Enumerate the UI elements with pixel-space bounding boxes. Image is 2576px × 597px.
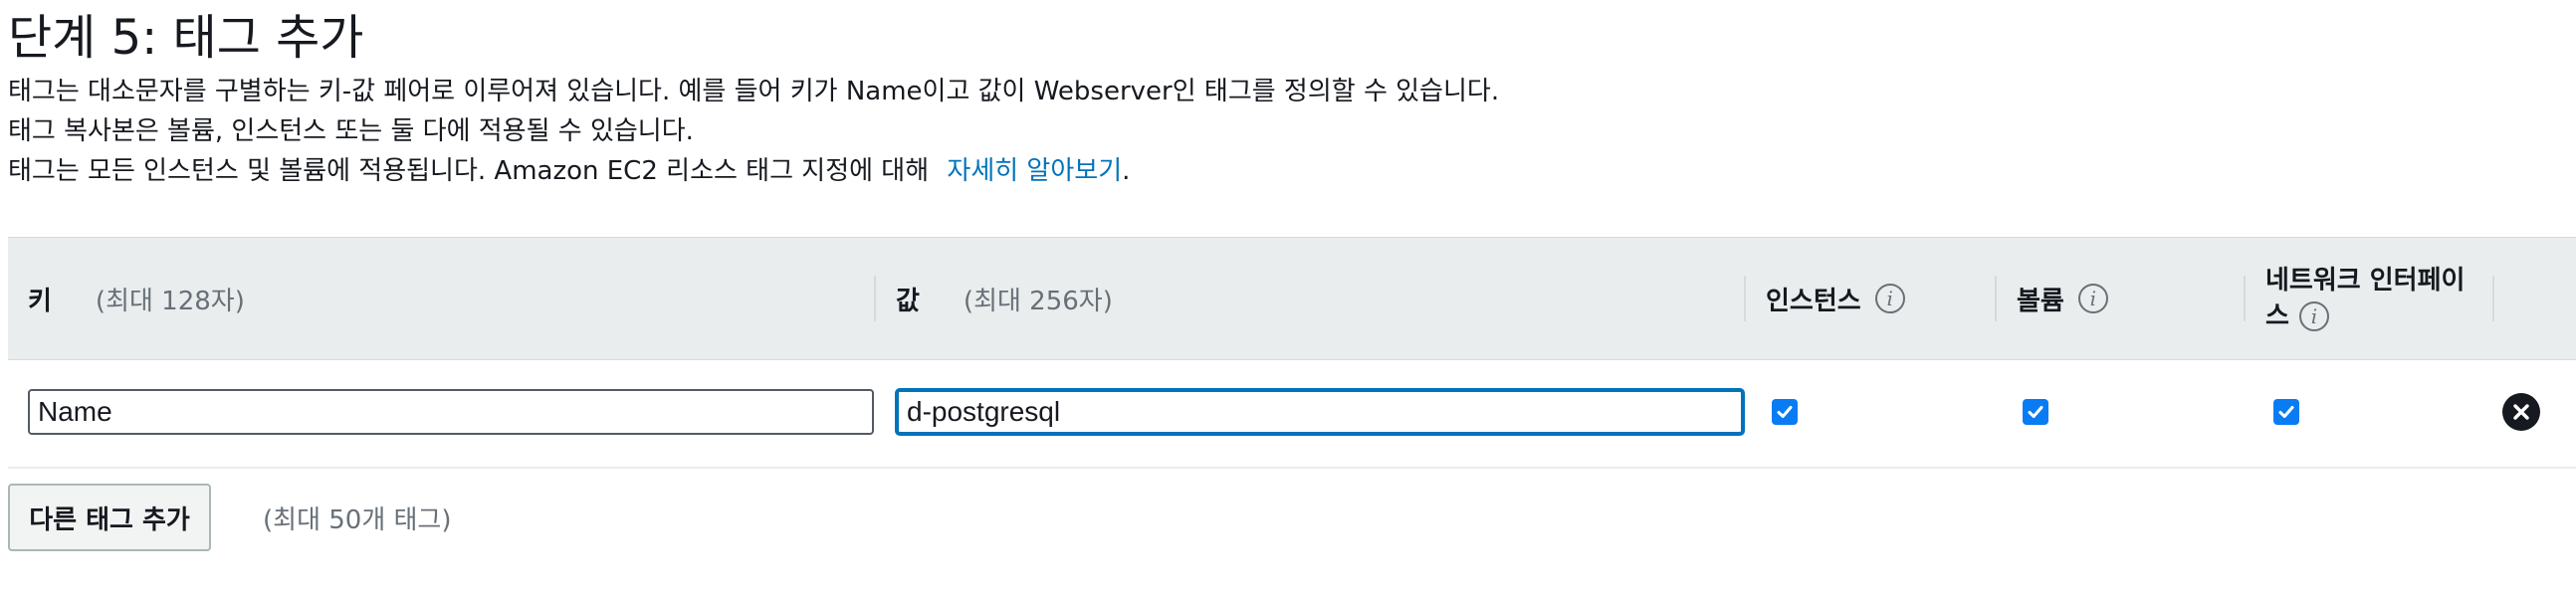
column-divider	[2492, 276, 2494, 321]
value-header-label: 값	[896, 286, 920, 316]
instances-checkbox[interactable]	[1772, 399, 1798, 425]
key-header-label: 키	[28, 286, 52, 316]
close-icon	[2513, 404, 2529, 420]
network-header-line2: 스 i	[2265, 298, 2329, 334]
volumes-checkbox[interactable]	[2023, 399, 2048, 425]
tags-table-header: 키 (최대 128자) 값 (최대 256자) 인스턴스 i 볼륨 i 네트워크…	[8, 237, 2576, 360]
remove-tag-button[interactable]	[2502, 393, 2540, 431]
description-line-2: 태그 복사본은 볼륨, 인스턴스 또는 둘 다에 적용될 수 있습니다.	[8, 116, 694, 146]
learn-more-link[interactable]: 자세히 알아보기	[947, 156, 1122, 186]
add-tags-step: 단계 5: 태그 추가 태그는 대소문자를 구별하는 키-값 페어로 이루어져 …	[0, 0, 2576, 597]
tag-key-input[interactable]	[28, 389, 874, 435]
network-header-label-line2: 스	[2265, 301, 2289, 331]
column-header-value: 값 (최대 256자)	[896, 238, 1113, 359]
info-icon[interactable]: i	[1874, 284, 1905, 313]
column-header-key: 키 (최대 128자)	[28, 238, 245, 359]
info-icon[interactable]: i	[2077, 284, 2108, 313]
column-divider	[1995, 276, 1997, 321]
page-title: 단계 5: 태그 추가	[8, 10, 364, 66]
checkmark-icon	[1777, 406, 1793, 418]
column-divider	[2244, 276, 2246, 321]
tag-value-input[interactable]	[896, 389, 1744, 435]
volumes-header-label: 볼륨	[2017, 286, 2064, 316]
info-icon[interactable]: i	[2298, 301, 2329, 331]
network-header-label-line1: 네트워크 인터페이	[2265, 266, 2466, 296]
network-interfaces-checkbox[interactable]	[2273, 399, 2299, 425]
column-divider	[1744, 276, 1746, 321]
add-tag-button[interactable]: 다른 태그 추가	[8, 484, 211, 551]
column-header-network-interfaces: 네트워크 인터페이 스 i	[2265, 238, 2494, 359]
instances-header-label: 인스턴스	[1766, 286, 1861, 316]
checkmark-icon	[2278, 406, 2294, 418]
column-divider	[874, 276, 876, 321]
description-line-3-text: 태그는 모든 인스턴스 및 볼륨에 적용됩니다. Amazon EC2 리소스 …	[8, 156, 930, 186]
description-line-3-end: .	[1122, 156, 1131, 186]
column-header-instances: 인스턴스 i	[1766, 238, 1905, 359]
column-header-volumes: 볼륨 i	[2017, 238, 2108, 359]
description-line-3: 태그는 모든 인스턴스 및 볼륨에 적용됩니다. Amazon EC2 리소스 …	[8, 153, 1130, 189]
add-tag-limit-hint: (최대 50개 태그)	[263, 505, 452, 535]
key-header-hint: (최대 128자)	[95, 286, 245, 316]
description-line-1: 태그는 대소문자를 구별하는 키-값 페어로 이루어져 있습니다. 예를 들어 …	[8, 77, 1500, 106]
value-header-hint: (최대 256자)	[963, 286, 1113, 316]
checkmark-icon	[2028, 406, 2043, 418]
table-row	[8, 359, 2576, 469]
